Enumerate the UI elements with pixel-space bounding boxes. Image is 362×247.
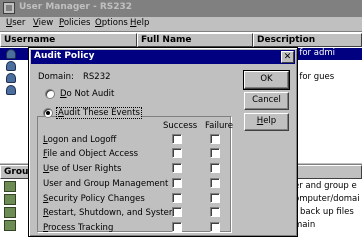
- group-description: back up files: [300, 207, 354, 217]
- event-label-user-group-management: User and Group Management: [43, 179, 169, 189]
- checkbox-security-policy-success[interactable]: [172, 193, 182, 203]
- checkbox-logon-success[interactable]: [172, 134, 182, 144]
- success-column-label: Success: [163, 121, 198, 131]
- domain-value: RS232: [83, 72, 111, 82]
- event-label-file-object-access: File and Object Access: [43, 149, 139, 159]
- checkbox-file-access-failure[interactable]: [210, 148, 220, 158]
- event-label-logon: Logon and Logoff: [43, 135, 117, 145]
- menu-user[interactable]: User: [6, 18, 25, 28]
- group-icon: [4, 194, 16, 205]
- event-label-restart-shutdown: Restart, Shutdown, and System: [43, 208, 178, 218]
- event-label-process-tracking: Process Tracking: [43, 223, 114, 233]
- menu-view[interactable]: View: [33, 18, 53, 28]
- group-description: omputer/domai: [294, 194, 360, 204]
- domain-label: Domain:: [38, 72, 74, 82]
- menu-bar: User View Policies Options Help: [0, 17, 362, 31]
- group-icon: [4, 181, 16, 192]
- group-description: er and group e: [294, 181, 357, 191]
- column-header-full-name[interactable]: Full Name: [137, 33, 253, 47]
- checkbox-file-access-success[interactable]: [172, 148, 182, 158]
- audit-these-events-radio[interactable]: [43, 108, 53, 118]
- do-not-audit-label[interactable]: Do Not Audit: [60, 89, 114, 99]
- group-icon: [4, 220, 16, 231]
- dialog-title-bar[interactable]: Audit Policy ✕: [31, 50, 295, 64]
- audit-policy-dialog: Audit Policy ✕ Domain: RS232 Do Not Audi…: [28, 47, 298, 237]
- user-icon: [6, 85, 16, 95]
- checkbox-group-mgmt-success[interactable]: [172, 178, 182, 188]
- do-not-audit-radio[interactable]: [45, 89, 55, 99]
- audit-these-events-label[interactable]: Audit These Events: [58, 108, 140, 118]
- checkbox-restart-success[interactable]: [172, 207, 182, 217]
- help-button[interactable]: Help: [244, 113, 289, 131]
- failure-column-label: Failure: [205, 121, 233, 131]
- cancel-button[interactable]: Cancel: [244, 92, 289, 110]
- user-icon: [6, 49, 16, 59]
- checkbox-process-tracking-success[interactable]: [172, 222, 182, 232]
- app-icon[interactable]: [3, 2, 15, 14]
- checkbox-restart-failure[interactable]: [210, 207, 220, 217]
- user-icon: [6, 61, 16, 71]
- column-header-username[interactable]: Username: [0, 33, 137, 47]
- dialog-title: Audit Policy: [34, 51, 95, 61]
- event-label-user-rights: Use of User Rights: [43, 164, 122, 174]
- close-icon[interactable]: ✕: [281, 51, 294, 63]
- ok-button[interactable]: OK: [243, 70, 290, 90]
- user-icon: [6, 73, 16, 83]
- event-label-security-policy: Security Policy Changes: [43, 194, 145, 204]
- checkbox-user-rights-failure[interactable]: [210, 163, 220, 173]
- window-title-bar[interactable]: User Manager - RS232: [0, 0, 362, 17]
- checkbox-process-tracking-failure[interactable]: [210, 222, 220, 232]
- menu-options[interactable]: Options: [95, 18, 128, 28]
- checkbox-group-mgmt-failure[interactable]: [210, 178, 220, 188]
- column-header-description[interactable]: Description: [253, 33, 362, 47]
- checkbox-user-rights-success[interactable]: [172, 163, 182, 173]
- menu-help[interactable]: Help: [130, 18, 149, 28]
- checkbox-logon-failure[interactable]: [210, 134, 220, 144]
- group-icon: [4, 207, 16, 218]
- checkbox-security-policy-failure[interactable]: [210, 193, 220, 203]
- window-title: User Manager - RS232: [19, 2, 133, 12]
- menu-policies[interactable]: Policies: [59, 18, 90, 28]
